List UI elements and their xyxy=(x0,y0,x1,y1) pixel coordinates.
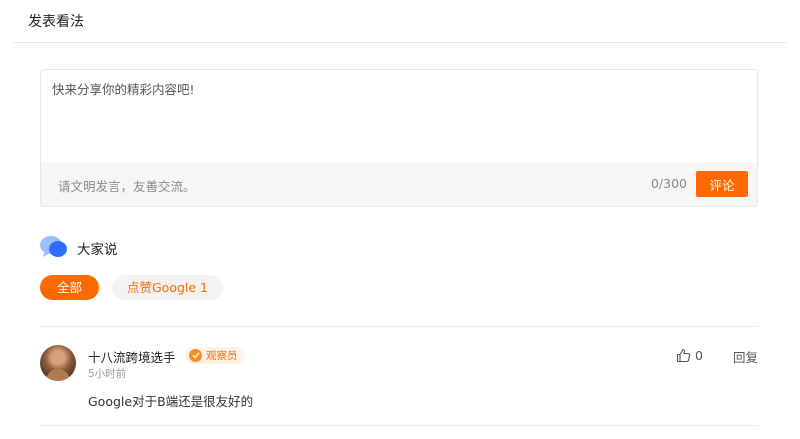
comment-body: Google对于B端还是很友好的 xyxy=(88,394,254,409)
submit-comment-button[interactable]: 评论 xyxy=(696,171,748,197)
reply-button[interactable]: 回复 xyxy=(733,347,758,366)
editor-footer: 请文明发言，友善交流。 0/300 评论 xyxy=(41,162,757,206)
filter-liked-google[interactable]: 点赞Google 1 xyxy=(112,275,223,300)
avatar[interactable] xyxy=(40,345,76,381)
comment-username[interactable]: 十八流跨境选手 xyxy=(88,347,176,366)
thumbs-up-icon xyxy=(676,348,691,362)
avatar-figure xyxy=(46,369,70,381)
comment-bottom-divider xyxy=(40,425,758,426)
comment-editor: 请文明发言，友善交流。 0/300 评论 xyxy=(40,69,758,207)
comment-list-divider xyxy=(40,326,758,327)
badge-label: 观察员 xyxy=(206,350,238,362)
comment-input[interactable] xyxy=(41,70,757,164)
observer-badge: 观察员 xyxy=(185,347,245,364)
like-button[interactable]: 0 xyxy=(676,346,703,364)
like-count: 0 xyxy=(695,347,703,363)
page-title: 发表看法 xyxy=(28,14,84,30)
discussion-label: 大家说 xyxy=(77,242,118,258)
title-divider xyxy=(14,42,786,43)
comment-timestamp: 5小时前 xyxy=(88,368,127,380)
chat-bubbles-icon xyxy=(40,236,67,257)
badge-check-icon xyxy=(189,349,202,362)
editor-hint: 请文明发言，友善交流。 xyxy=(58,179,196,194)
char-counter: 0/300 xyxy=(650,176,687,191)
filter-all[interactable]: 全部 xyxy=(40,275,99,300)
